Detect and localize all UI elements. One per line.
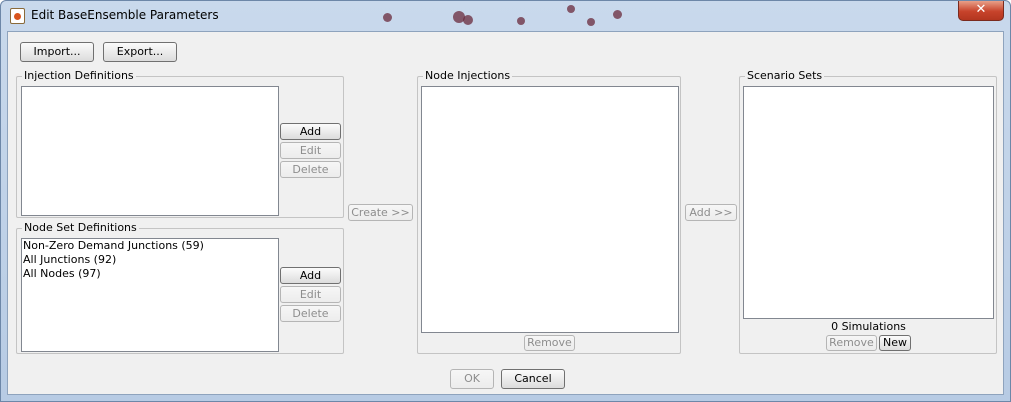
- injection-delete-button[interactable]: Delete: [280, 161, 341, 178]
- list-item[interactable]: All Nodes (97): [22, 267, 278, 281]
- scenario-sets-list[interactable]: [743, 86, 994, 319]
- injection-add-button[interactable]: Add: [280, 123, 341, 140]
- list-item[interactable]: Non-Zero Demand Junctions (59): [22, 239, 278, 253]
- java-app-icon: [10, 8, 25, 24]
- scenario-sets-remove-button[interactable]: Remove: [826, 335, 877, 351]
- export-button[interactable]: Export...: [103, 42, 177, 62]
- scenario-sets-new-button[interactable]: New: [879, 335, 911, 351]
- node-set-edit-button[interactable]: Edit: [280, 286, 341, 303]
- cancel-button[interactable]: Cancel: [501, 369, 565, 389]
- node-set-definitions-list[interactable]: Non-Zero Demand Junctions (59) All Junct…: [21, 238, 279, 352]
- titlebar-decoration: [463, 15, 473, 25]
- node-set-definitions-group: Node Set Definitions Non-Zero Demand Jun…: [16, 221, 344, 354]
- node-injections-remove-button[interactable]: Remove: [524, 335, 575, 351]
- injection-definitions-list[interactable]: [21, 86, 279, 216]
- titlebar-decoration: [517, 17, 525, 25]
- injection-definitions-label: Injection Definitions: [22, 69, 136, 82]
- ok-button[interactable]: OK: [450, 369, 494, 389]
- node-set-definitions-label: Node Set Definitions: [22, 221, 139, 234]
- titlebar-decoration: [587, 18, 595, 26]
- titlebar-decoration: [613, 10, 622, 19]
- scenario-sets-label: Scenario Sets: [745, 69, 825, 82]
- injection-definitions-group: Injection Definitions Add Edit Delete: [16, 69, 344, 218]
- titlebar-decoration: [383, 13, 392, 22]
- node-injections-group: Node Injections Remove: [417, 69, 681, 354]
- list-item[interactable]: All Junctions (92): [22, 253, 278, 267]
- injection-edit-button[interactable]: Edit: [280, 142, 341, 159]
- import-button[interactable]: Import...: [20, 42, 94, 62]
- node-set-add-button[interactable]: Add: [280, 267, 341, 284]
- titlebar-decoration: [567, 5, 575, 13]
- create-button[interactable]: Create >>: [348, 204, 413, 221]
- simulations-count: 0 Simulations: [831, 320, 906, 333]
- dialog-content: Import... Export... Injection Definition…: [7, 31, 1004, 395]
- title-bar[interactable]: Edit BaseEnsemble Parameters ✕: [1, 1, 1010, 31]
- window-title: Edit BaseEnsemble Parameters: [31, 8, 219, 22]
- node-injections-list[interactable]: [421, 86, 679, 333]
- node-set-delete-button[interactable]: Delete: [280, 305, 341, 322]
- node-injections-label: Node Injections: [423, 69, 513, 82]
- close-button[interactable]: ✕: [958, 1, 1004, 21]
- scenario-sets-group: Scenario Sets 0 Simulations Remove New: [739, 69, 997, 354]
- add-to-scenario-sets-button[interactable]: Add >>: [685, 204, 737, 221]
- dialog-window: Edit BaseEnsemble Parameters ✕ Import...…: [0, 0, 1011, 402]
